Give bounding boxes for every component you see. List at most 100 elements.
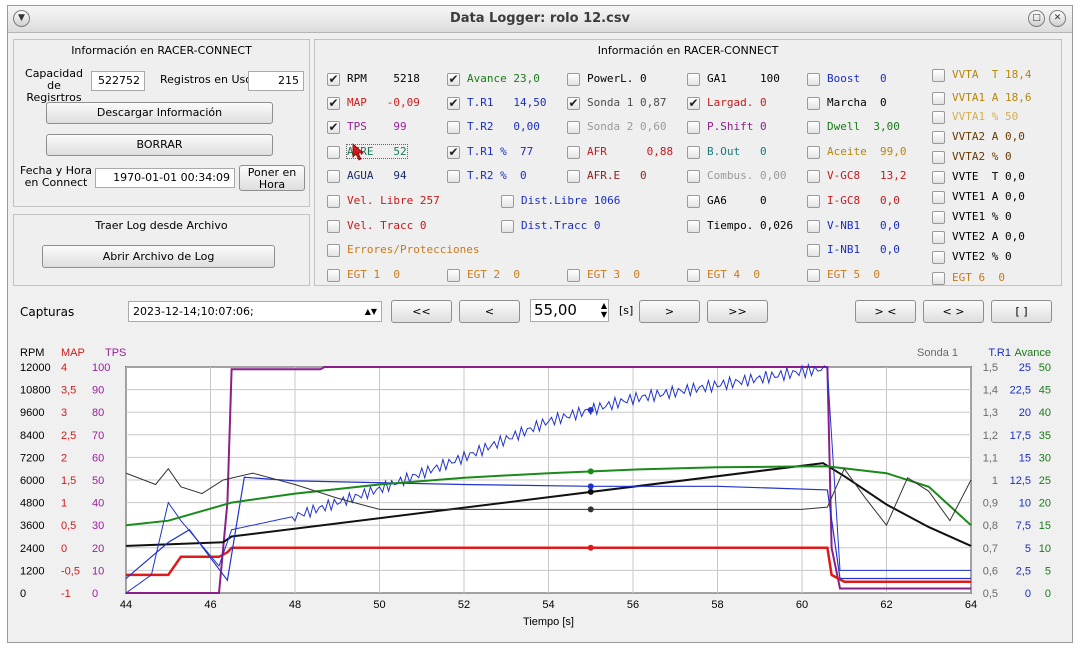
borrar-button[interactable]: BORRAR (46, 134, 273, 156)
channel-label[interactable]: AGUA 94 (347, 169, 407, 182)
channel-label[interactable]: RPM 5218 (347, 72, 420, 85)
spin-arrows-icon[interactable]: ▲ ▼ (601, 301, 607, 319)
channel-label[interactable]: TPS 99 (347, 120, 407, 133)
channel-label[interactable]: Marcha 0 (827, 96, 887, 109)
channel-label[interactable]: AFR 0,88 (587, 145, 673, 158)
channel-checkbox[interactable] (932, 211, 945, 224)
channel-label[interactable]: V-GC8 13,2 (827, 169, 906, 182)
channel-checkbox[interactable]: ✔ (327, 121, 340, 134)
channel-checkbox[interactable] (447, 269, 460, 282)
channel-label[interactable]: Vel. Tracc 0 (347, 219, 426, 232)
channel-checkbox[interactable] (447, 121, 460, 134)
channel-checkbox[interactable] (932, 191, 945, 204)
full-view-button[interactable]: [ ] (991, 300, 1052, 323)
channel-label[interactable]: PowerL. 0 (587, 72, 647, 85)
channel-label[interactable]: Largad. 0 (707, 96, 767, 109)
channel-checkbox[interactable] (932, 171, 945, 184)
channel-checkbox[interactable] (327, 220, 340, 233)
next-button[interactable]: > (639, 300, 700, 323)
channel-checkbox[interactable] (687, 73, 700, 86)
channel-label[interactable]: VVTE2 % 0 (952, 250, 1012, 263)
channel-label[interactable]: Sonda 2 0,60 (587, 120, 666, 133)
channel-label[interactable]: Dist.Libre 1066 (521, 194, 620, 207)
channel-checkbox[interactable]: ✔ (447, 146, 460, 159)
channel-checkbox[interactable] (807, 220, 820, 233)
channel-label[interactable]: GA6 0 (707, 194, 767, 207)
capturas-select[interactable]: 2023-12-14;10:07:06; ▲▼ (128, 301, 382, 322)
channel-label[interactable]: MAP -0,09 (347, 96, 420, 109)
channel-label[interactable]: Boost 0 (827, 72, 887, 85)
channel-checkbox[interactable] (567, 73, 580, 86)
poner-en-hora-button[interactable]: Poner en Hora (239, 165, 305, 191)
channel-label[interactable]: VVTA2 A 0,0 (952, 130, 1025, 143)
channel-checkbox[interactable] (807, 97, 820, 110)
last-button[interactable]: >> (707, 300, 768, 323)
channel-label[interactable]: VVTA T 18,4 (952, 68, 1031, 81)
channel-label[interactable]: Dist.Tracc 0 (521, 219, 600, 232)
channel-checkbox[interactable] (807, 195, 820, 208)
channel-checkbox[interactable] (687, 269, 700, 282)
channel-checkbox[interactable] (447, 170, 460, 183)
channel-label[interactable]: EGT 4 0 (707, 268, 760, 281)
channel-checkbox[interactable] (327, 269, 340, 282)
channel-checkbox[interactable] (807, 121, 820, 134)
channel-checkbox[interactable] (932, 231, 945, 244)
zoom-in-button[interactable]: > < (855, 300, 916, 323)
channel-checkbox[interactable]: ✔ (687, 97, 700, 110)
channel-checkbox[interactable] (567, 170, 580, 183)
channel-checkbox[interactable] (327, 146, 340, 159)
channel-label[interactable]: Errores/Protecciones (347, 243, 479, 256)
channel-label[interactable]: VVTA1 A 18,6 (952, 91, 1031, 104)
channel-checkbox[interactable]: ✔ (327, 73, 340, 86)
channel-checkbox[interactable] (687, 121, 700, 134)
channel-checkbox[interactable]: ✔ (327, 97, 340, 110)
channel-label[interactable]: Combus. 0,00 (707, 169, 786, 182)
channel-checkbox[interactable] (687, 170, 700, 183)
channel-checkbox[interactable]: ✔ (447, 97, 460, 110)
channel-checkbox[interactable] (932, 151, 945, 164)
channel-checkbox[interactable] (932, 111, 945, 124)
channel-label[interactable]: VVTE1 A 0,0 (952, 190, 1025, 203)
channel-checkbox[interactable]: ✔ (567, 97, 580, 110)
channel-checkbox[interactable] (932, 272, 945, 285)
channel-label[interactable]: VVTE2 A 0,0 (952, 230, 1025, 243)
data-chart[interactable]: RPM1200010800960084007200600048003600240… (8, 336, 1072, 636)
channel-label[interactable]: AFR.E 0 (587, 169, 647, 182)
channel-label[interactable]: EGT 5 0 (827, 268, 880, 281)
channel-checkbox[interactable] (932, 69, 945, 82)
channel-label[interactable]: I-NB1 0,0 (827, 243, 900, 256)
prev-button[interactable]: < (459, 300, 520, 323)
channel-checkbox[interactable] (932, 251, 945, 264)
channel-checkbox[interactable] (327, 244, 340, 257)
channel-checkbox[interactable] (807, 170, 820, 183)
abrir-log-button[interactable]: Abrir Archivo de Log (42, 245, 275, 268)
channel-checkbox[interactable] (807, 73, 820, 86)
window-spinbox[interactable]: 55,00 ▲ ▼ (530, 299, 609, 322)
channel-checkbox[interactable] (932, 131, 945, 144)
channel-label[interactable]: T.R2 % 0 (467, 169, 527, 182)
channel-label[interactable]: T.R2 0,00 (467, 120, 540, 133)
fecha-field[interactable]: 1970-01-01 00:34:09 (95, 168, 235, 188)
channel-checkbox[interactable] (567, 121, 580, 134)
first-button[interactable]: << (391, 300, 452, 323)
channel-label[interactable]: VVTE T 0,0 (952, 170, 1025, 183)
channel-label[interactable]: P.Shift 0 (707, 120, 767, 133)
channel-label[interactable]: EGT 6 0 (952, 271, 1005, 284)
channel-label[interactable]: V-NB1 0,0 (827, 219, 900, 232)
channel-label[interactable]: Tiempo. 0,026 (707, 219, 793, 232)
channel-label[interactable]: T.R1 % 77 (467, 145, 533, 158)
channel-checkbox[interactable] (501, 195, 514, 208)
descargar-button[interactable]: Descargar Información (46, 102, 273, 124)
channel-checkbox[interactable] (327, 170, 340, 183)
channel-label[interactable]: Dwell 3,00 (827, 120, 900, 133)
channel-label[interactable]: VVTE1 % 0 (952, 210, 1012, 223)
channel-label[interactable]: I-GC8 0,0 (827, 194, 900, 207)
channel-checkbox[interactable] (567, 146, 580, 159)
channel-label[interactable]: B.Out 0 (707, 145, 767, 158)
channel-checkbox[interactable] (687, 195, 700, 208)
channel-label[interactable]: VVTA2 % 0 (952, 150, 1012, 163)
maximize-button[interactable]: □ (1028, 10, 1045, 27)
channel-checkbox[interactable] (807, 146, 820, 159)
channel-checkbox[interactable] (501, 220, 514, 233)
channel-checkbox[interactable] (932, 92, 945, 105)
